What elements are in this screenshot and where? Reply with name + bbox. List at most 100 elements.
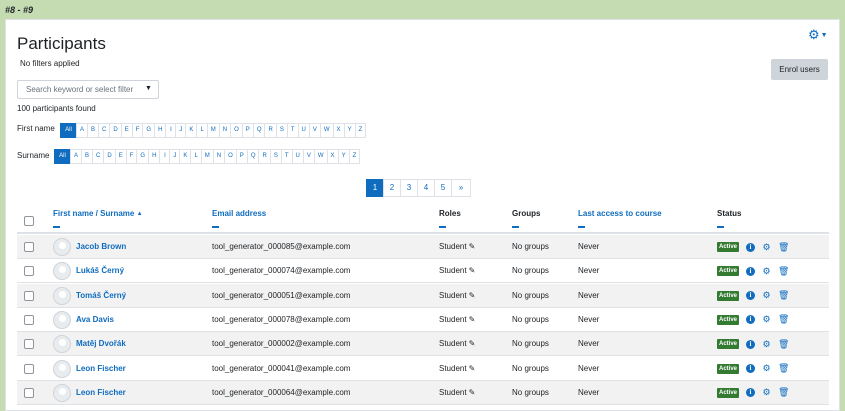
- search-input[interactable]: [18, 81, 138, 98]
- pencil-icon[interactable]: ✎: [469, 266, 476, 275]
- pencil-icon[interactable]: ✎: [469, 364, 476, 373]
- cog-icon[interactable]: ⚙: [762, 315, 771, 324]
- table-row: Leon Fischer tool_generator_000064@exampl…: [17, 380, 829, 405]
- participant-last-access: Never: [578, 290, 600, 300]
- row-select-checkbox[interactable]: [24, 363, 34, 374]
- status-badge: Active: [717, 290, 740, 301]
- top-bar: #8 - #9: [0, 0, 845, 19]
- select-all-checkbox[interactable]: [24, 216, 34, 226]
- pencil-icon[interactable]: ✎: [469, 291, 476, 300]
- participant-role: Student ✎: [439, 339, 475, 348]
- page-link-1[interactable]: 1: [366, 179, 384, 197]
- trash-icon[interactable]: 🗑: [778, 339, 789, 349]
- participant-email: tool_generator_000051@example.com: [212, 290, 351, 300]
- cog-icon[interactable]: ⚙: [762, 339, 771, 349]
- last-access-header-label: Last access to course: [578, 209, 662, 218]
- firstname-filter-label: First name: [17, 124, 55, 133]
- gear-icon: ⚙: [808, 27, 820, 42]
- info-icon[interactable]: i: [746, 291, 756, 301]
- row-select-checkbox[interactable]: [24, 387, 34, 398]
- participant-name-link[interactable]: Jacob Brown: [76, 242, 126, 251]
- row-select-checkbox[interactable]: [24, 266, 34, 277]
- surname-initial-z[interactable]: Z: [348, 149, 361, 164]
- next-page-link[interactable]: »: [451, 179, 471, 197]
- participant-last-access: Never: [578, 387, 600, 397]
- page-link-2[interactable]: 2: [383, 179, 401, 197]
- participant-groups: No groups: [512, 363, 549, 373]
- avatar: [53, 383, 71, 402]
- pencil-icon[interactable]: ✎: [469, 339, 476, 348]
- collapse-email-column-icon[interactable]: [212, 226, 219, 228]
- participant-name-link[interactable]: Leon Fischer: [76, 364, 126, 373]
- participant-status: Active i ⚙ 🗑: [717, 242, 789, 252]
- info-icon[interactable]: i: [746, 388, 756, 398]
- row-select-checkbox[interactable]: [24, 314, 34, 325]
- role-label: Student: [439, 387, 467, 397]
- page-link-5[interactable]: 5: [434, 179, 452, 197]
- participant-role: Student ✎: [439, 242, 475, 251]
- cog-icon[interactable]: ⚙: [762, 266, 771, 276]
- info-icon[interactable]: i: [746, 315, 756, 325]
- trash-icon[interactable]: 🗑: [778, 242, 789, 252]
- status-badge: Active: [717, 242, 740, 252]
- participant-name-link[interactable]: Matěj Dvořák: [76, 339, 126, 348]
- table-row: Jacob Brown tool_generator_000085@example…: [17, 235, 829, 259]
- cog-icon[interactable]: ⚙: [762, 291, 771, 300]
- surname-initial-all[interactable]: All: [54, 149, 71, 164]
- collapse-name-column-icon[interactable]: [53, 226, 60, 228]
- dropdown-arrow-icon[interactable]: ▼: [145, 85, 152, 92]
- row-select-checkbox[interactable]: [24, 242, 34, 252]
- name-header-label: First name / Surname: [53, 209, 135, 218]
- info-icon[interactable]: i: [746, 364, 756, 373]
- firstname-initial-w[interactable]: W: [319, 123, 334, 138]
- page-link-4[interactable]: 4: [417, 179, 435, 197]
- trash-icon[interactable]: 🗑: [778, 315, 789, 324]
- info-icon[interactable]: i: [746, 339, 756, 349]
- surname-initial-w[interactable]: W: [313, 149, 328, 164]
- sort-email-header[interactable]: Email address: [212, 209, 266, 228]
- firstname-initial-z[interactable]: Z: [354, 123, 367, 138]
- collapse-roles-column-icon[interactable]: [439, 226, 446, 228]
- pencil-icon[interactable]: ✎: [469, 242, 476, 251]
- trash-icon[interactable]: 🗑: [778, 291, 789, 300]
- firstname-initials-bar: All A B C D E F G H I J K L M N O P Q R S T U V W X Y Z: [60, 123, 367, 138]
- trash-icon[interactable]: 🗑: [778, 266, 789, 276]
- sort-name-header[interactable]: First name / Surname ▲: [53, 209, 143, 228]
- avatar: [53, 238, 71, 256]
- trash-icon[interactable]: 🗑: [778, 388, 789, 397]
- table-row: Matěj Dvořák tool_generator_000002@exampl…: [17, 332, 829, 357]
- participant-name-link[interactable]: Ava Davis: [76, 315, 114, 324]
- participant-name-link[interactable]: Lukáš Černý: [76, 266, 124, 275]
- collapse-last-access-column-icon[interactable]: [578, 226, 585, 228]
- collapse-status-column-icon[interactable]: [717, 226, 724, 228]
- sort-last-access-header[interactable]: Last access to course: [578, 209, 662, 228]
- row-select-checkbox[interactable]: [24, 290, 34, 301]
- participant-role: Student ✎: [439, 364, 475, 373]
- cog-icon[interactable]: ⚙: [762, 242, 771, 252]
- row-select-checkbox[interactable]: [24, 339, 34, 350]
- participant-name-link[interactable]: Tomáš Černý: [76, 291, 126, 300]
- pencil-icon[interactable]: ✎: [469, 388, 476, 397]
- collapse-groups-column-icon[interactable]: [512, 226, 519, 228]
- cog-icon[interactable]: ⚙: [762, 388, 771, 397]
- enrol-users-button[interactable]: Enrol users: [771, 59, 828, 80]
- participant-groups: No groups: [512, 339, 549, 349]
- avatar: [53, 310, 71, 329]
- pencil-icon[interactable]: ✎: [469, 315, 476, 324]
- participant-groups: No groups: [512, 290, 549, 300]
- page-link-3[interactable]: 3: [400, 179, 418, 197]
- info-icon[interactable]: i: [746, 266, 756, 276]
- firstname-initial-all[interactable]: All: [60, 123, 77, 138]
- participant-name-link[interactable]: Leon Fischer: [76, 388, 126, 397]
- table-row: Ava Davis tool_generator_000078@example.c…: [17, 308, 829, 332]
- role-label: Student: [439, 242, 467, 251]
- settings-menu[interactable]: ⚙▼: [808, 28, 830, 42]
- page-tag: #8 - #9: [5, 5, 34, 15]
- status-badge: Active: [717, 339, 740, 350]
- avatar: [53, 335, 71, 354]
- search-filter[interactable]: ▼: [17, 80, 159, 99]
- trash-icon[interactable]: 🗑: [778, 364, 789, 373]
- info-icon[interactable]: i: [746, 242, 756, 252]
- participant-groups: No groups: [512, 314, 549, 324]
- cog-icon[interactable]: ⚙: [762, 364, 771, 373]
